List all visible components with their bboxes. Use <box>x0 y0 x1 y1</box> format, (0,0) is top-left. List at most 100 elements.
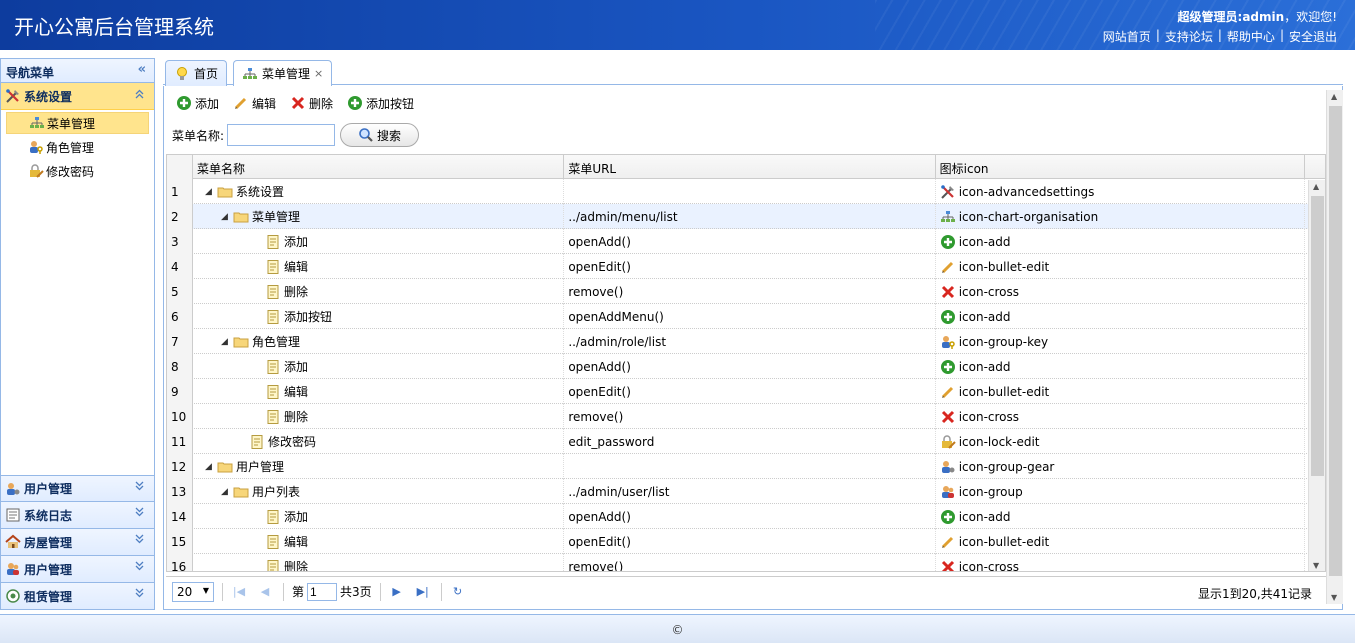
prev-page-button[interactable]: ◀ <box>255 582 275 602</box>
table-row[interactable]: 7 ◢ 角色管理 ../admin/role/list icon-group-key <box>167 329 1325 354</box>
chevron-down-icon[interactable] <box>134 561 145 575</box>
menu-url-cell <box>564 454 936 479</box>
sidebar-section-label: 系统设置 <box>24 89 73 104</box>
chevron-down-icon[interactable] <box>134 588 145 602</box>
table-row[interactable]: 15 编辑 openEdit() icon-bullet-edit <box>167 529 1325 554</box>
add-icon <box>347 95 363 111</box>
search-button[interactable]: 搜索 <box>340 123 420 147</box>
table-row[interactable]: 4 编辑 openEdit() icon-bullet-edit <box>167 254 1325 279</box>
icon-cell: icon-lock-edit <box>936 429 1306 454</box>
lock-edit-icon <box>28 163 44 179</box>
table-row[interactable]: 10 删除 remove() icon-cross <box>167 404 1325 429</box>
sidebar-section-label: 系统日志 <box>24 508 73 523</box>
link-forum[interactable]: 支持论坛 <box>1165 28 1213 45</box>
table-row[interactable]: 1 ◢ 系统设置 icon-advancedsettings <box>167 179 1325 204</box>
row-number: 14 <box>167 504 193 529</box>
sidebar-section-system-log[interactable]: 系统日志 <box>1 502 154 529</box>
chevron-down-icon[interactable] <box>134 481 145 495</box>
next-page-button[interactable]: ▶ <box>387 582 407 602</box>
collapse-icon[interactable]: « <box>138 62 146 77</box>
page-size-select[interactable]: 20 <box>172 581 214 602</box>
menu-name-cell: 添加按钮 <box>193 304 565 329</box>
scroll-up-icon[interactable]: ▲ <box>1313 182 1319 191</box>
link-logout[interactable]: 安全退出 <box>1289 28 1337 45</box>
chevron-down-icon[interactable] <box>134 534 145 548</box>
row-number: 6 <box>167 304 193 329</box>
scroll-down-icon[interactable]: ▼ <box>1313 561 1319 570</box>
chevron-down-icon[interactable] <box>134 507 145 521</box>
chevron-up-icon[interactable] <box>134 88 145 102</box>
table-row[interactable]: 8 添加 openAdd() icon-add <box>167 354 1325 379</box>
delete-button[interactable]: 删除 <box>290 95 333 112</box>
group-key-icon <box>28 139 44 155</box>
menu-name-cell: ◢ 系统设置 <box>193 179 565 204</box>
folder-icon <box>217 459 233 475</box>
header-menu-url[interactable]: 菜单URL <box>564 155 936 179</box>
sidebar-section-system-settings[interactable]: 系统设置 <box>1 83 154 110</box>
sidebar-item-menu-management[interactable]: 菜单管理 <box>6 112 149 134</box>
add-icon <box>176 95 192 111</box>
sidebar-section-label: 用户管理 <box>24 562 73 577</box>
link-home[interactable]: 网站首页 <box>1103 28 1151 45</box>
scroll-up-icon[interactable]: ▲ <box>1331 92 1337 101</box>
add-icon <box>940 359 956 375</box>
header-icon[interactable]: 图标icon <box>936 155 1306 179</box>
file-icon <box>265 284 281 300</box>
tab-label: 菜单管理 <box>262 67 311 81</box>
tab-menu-management[interactable]: 菜单管理 × <box>233 60 333 86</box>
folder-icon <box>233 334 249 350</box>
file-icon <box>265 384 281 400</box>
sidebar-item-change-password[interactable]: 修改密码 <box>6 160 149 182</box>
refresh-icon[interactable]: ↻ <box>448 582 468 602</box>
table-row[interactable]: 3 添加 openAdd() icon-add <box>167 229 1325 254</box>
row-number: 10 <box>167 404 193 429</box>
table-row[interactable]: 2 ◢ 菜单管理 ../admin/menu/list icon-chart-organ… <box>167 204 1325 229</box>
page-number-input[interactable] <box>307 582 338 601</box>
scroll-down-icon[interactable]: ▼ <box>1331 593 1337 602</box>
menu-url-cell: ../admin/role/list <box>564 329 936 354</box>
grid-scrollbar[interactable]: ▲ ▼ <box>1308 180 1325 571</box>
table-row[interactable]: 5 删除 remove() icon-cross <box>167 279 1325 304</box>
menu-name-input[interactable] <box>227 124 336 146</box>
group-gear-icon <box>5 481 21 497</box>
icon-cell: icon-group-gear <box>936 454 1306 479</box>
rent-icon <box>5 588 21 604</box>
record-info: 显示1到20,共41记录 <box>1198 587 1312 601</box>
add-button[interactable]: 添加 <box>176 95 219 112</box>
expand-toggle-icon[interactable]: ◢ <box>205 462 217 472</box>
table-row[interactable]: 9 编辑 openEdit() icon-bullet-edit <box>167 379 1325 404</box>
expand-toggle-icon[interactable]: ◢ <box>221 337 233 347</box>
table-row[interactable]: 12 ◢ 用户管理 icon-group-gear <box>167 454 1325 479</box>
last-page-button[interactable]: ▶| <box>413 582 433 602</box>
table-row[interactable]: 16 删除 remove() icon-cross <box>167 554 1325 571</box>
sidebar-section-house-management[interactable]: 房屋管理 <box>1 529 154 556</box>
scrollbar-thumb[interactable] <box>1329 106 1342 576</box>
table-row[interactable]: 13 ◢ 用户列表 ../admin/user/list icon-group <box>167 479 1325 504</box>
row-number: 13 <box>167 479 193 504</box>
close-icon[interactable]: × <box>314 67 323 80</box>
house-icon <box>5 534 21 550</box>
expand-toggle-icon[interactable]: ◢ <box>221 212 233 222</box>
sidebar-section-rent-management[interactable]: 租赁管理 <box>1 583 154 610</box>
edit-button[interactable]: 编辑 <box>233 95 276 112</box>
link-help[interactable]: 帮助中心 <box>1227 28 1275 45</box>
table-row[interactable]: 6 添加按钮 openAddMenu() icon-add <box>167 304 1325 329</box>
row-number: 4 <box>167 254 193 279</box>
icon-cell: icon-cross <box>936 554 1306 571</box>
table-row[interactable]: 11 修改密码 edit_password icon-lock-edit <box>167 429 1325 454</box>
sidebar-item-label: 角色管理 <box>46 140 95 155</box>
tab-home[interactable]: 首页 <box>165 60 228 86</box>
sidebar-section-user-management-2[interactable]: 用户管理 <box>1 556 154 583</box>
expand-toggle-icon[interactable]: ◢ <box>221 487 233 497</box>
table-row[interactable]: 14 添加 openAdd() icon-add <box>167 504 1325 529</box>
sidebar-item-role-management[interactable]: 角色管理 <box>6 136 149 158</box>
add-menu-button[interactable]: 添加按钮 <box>347 95 414 112</box>
header-menu-name[interactable]: 菜单名称 <box>193 155 565 179</box>
menu-url-cell: openAdd() <box>564 504 936 529</box>
header-links: 网站首页 | 支持论坛 | 帮助中心 | 安全退出 <box>1102 28 1337 45</box>
expand-toggle-icon[interactable]: ◢ <box>205 187 217 197</box>
page-scrollbar[interactable]: ▲ ▼ <box>1326 90 1343 604</box>
scrollbar-thumb[interactable] <box>1311 196 1324 476</box>
first-page-button[interactable]: |◀ <box>229 582 249 602</box>
sidebar-section-user-management[interactable]: 用户管理 <box>1 475 154 502</box>
